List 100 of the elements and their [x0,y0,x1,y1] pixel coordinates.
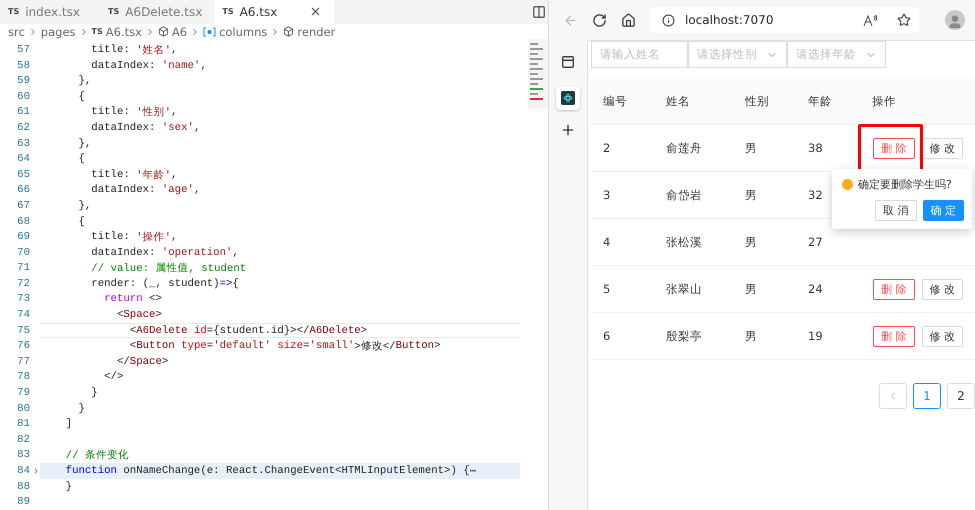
code-line: dataIndex: 'sex', [90,120,202,136]
line-number: 72 [16,278,30,290]
code-line: title: '操作', [90,230,178,245]
line-number: 69 [16,231,30,244]
column-header: 年龄 [808,94,833,109]
edit-button[interactable]: 修 改 [922,138,963,158]
code-line: { [77,90,86,105]
line-number: 84 [16,465,30,478]
page-button[interactable]: 1 [913,383,941,409]
breadcrumb-item[interactable]: columns [219,24,268,39]
delete-button[interactable]: 删 除 [873,278,914,300]
code-line: // 条件变化 [64,448,130,464]
read-aloud-icon[interactable] [863,14,879,26]
line-number: 63 [16,138,30,150]
line-number: 79 [16,387,30,400]
line-number: 88 [16,480,30,493]
profile-avatar[interactable] [945,10,965,30]
line-number: 62 [16,122,30,134]
line-number: 76 [16,340,30,352]
code-line: title: '年龄', [90,168,178,183]
table-cell-text: 俞莲舟 [666,140,703,156]
close-icon[interactable] [309,5,322,18]
table-cell-text: 24 [808,282,824,296]
line-number: 73 [16,293,30,306]
plus-icon[interactable] [560,122,576,138]
cube-icon [158,26,169,38]
variable-icon [203,26,216,37]
page-button[interactable]: 2 [947,383,975,409]
code-line: // value: 属性值, student [90,262,248,276]
breadcrumb-item[interactable]: A6 [172,24,188,39]
table-cell-text: 3 [603,188,612,202]
line-number: 68 [16,216,30,228]
delete-button[interactable]: 删 除 [873,138,914,158]
table-cell-text: 27 [808,235,824,249]
line-number: 67 [16,200,30,212]
code-line: </> [103,370,124,386]
table-cell-text: 男 [745,328,758,344]
warning-icon [842,179,853,190]
line-number: 58 [16,60,30,72]
line-number: 80 [16,402,30,415]
code-line: } [64,480,74,494]
column-header: 姓名 [666,94,691,109]
code-line: title: '性别', [90,105,178,120]
code-line: <A6Delete id={student.id}></A6Delete> [40,322,520,338]
line-number: 71 [16,262,30,274]
table-cell-text: 张翠山 [666,282,703,296]
split-editor-icon[interactable] [532,4,546,19]
table-cell-text: 38 [808,141,824,155]
code-line: }, [77,74,92,89]
column-header: 编号 [603,94,628,109]
table-cell-text: 2 [603,141,612,155]
code-line: { [77,152,86,167]
line-number: 66 [16,184,30,196]
reload-icon[interactable] [592,12,607,28]
delete-button[interactable]: 删 除 [873,326,914,346]
code-line: dataIndex: 'operation', [90,246,240,260]
table-cell-text: 男 [745,188,758,202]
table-cell-text: 5 [603,282,612,296]
line-number: 70 [16,246,30,259]
code-line: dataIndex: 'name', [90,58,208,74]
code-line: <Button type='default' size='small'>修改</Button> [128,339,442,354]
line-number: 61 [16,106,30,118]
address-bar[interactable]: localhost:7070 [650,7,919,33]
table-cell-text: 男 [745,282,758,296]
line-number: 59 [16,75,30,88]
code-line: render: (_, student)=>{ [90,276,240,292]
line-number: 65 [16,168,30,181]
confirm-button[interactable]: 确 定 [922,200,964,221]
code-line: }, [77,136,92,152]
table-cell-text: 4 [603,235,612,249]
atom-icon [563,93,573,103]
table-cell-text: 男 [745,140,758,156]
line-number: 77 [16,356,30,368]
cancel-button[interactable]: 取 消 [875,200,916,221]
table-cell-text: 俞岱岩 [666,188,703,202]
breadcrumb-item[interactable]: src [8,24,25,39]
code-line: title: '姓名', [90,42,178,58]
code-line: }, [77,198,92,214]
line-number: 89 [16,496,30,508]
code-line: return <> [103,292,163,308]
cube-icon [283,26,294,38]
breadcrumb-item[interactable]: pages [40,24,76,39]
code-line: </Space> [116,354,170,370]
line-number: 82 [16,434,30,446]
edit-button[interactable]: 修 改 [922,326,963,346]
favorites-icon[interactable] [897,13,911,27]
breadcrumb-item[interactable]: TS A6.tsx [92,24,142,39]
info-icon[interactable] [662,14,675,26]
home-icon[interactable] [621,12,636,28]
table-cell-text: 19 [808,329,824,343]
confirm-message: 确定要删除学生吗? [858,177,952,192]
line-number: 81 [16,418,30,430]
code-line: ] [64,417,74,432]
breadcrumb-item[interactable]: render [297,24,336,39]
table-cell-text: 殷梨亭 [666,328,703,344]
app-tab-button[interactable] [556,86,580,110]
editor-tab[interactable]: TS A6.tsx [214,0,334,24]
edit-button[interactable]: 修 改 [922,278,963,300]
code-line: dataIndex: 'age', [90,183,202,198]
code-line: } [77,402,86,416]
